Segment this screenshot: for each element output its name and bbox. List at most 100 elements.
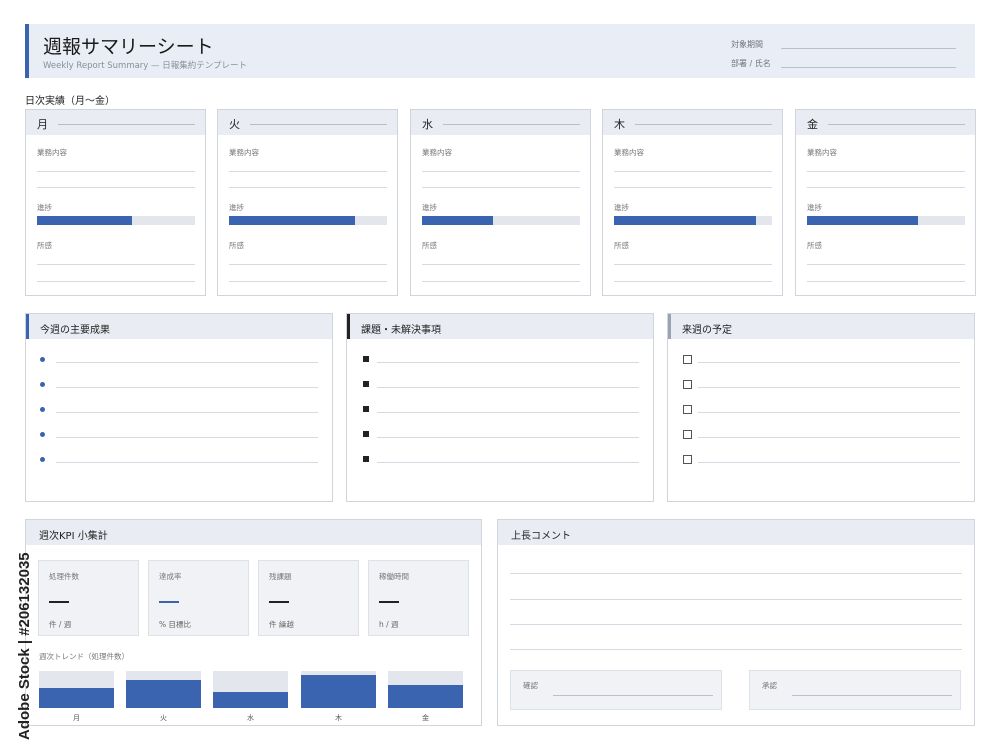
notes-line[interactable] [614,264,772,265]
checkbox-icon[interactable] [683,455,692,464]
progress-label: 進捗 [37,203,52,212]
kpi-box: 残課題件 繰越 [258,560,359,636]
day-name: 水 [422,118,433,131]
notes-line[interactable] [229,281,387,282]
day-card-header: 木 [603,110,782,135]
notes-line[interactable] [422,281,580,282]
confirm-label: 確認 [523,681,538,690]
notes-line[interactable] [37,264,195,265]
comment-line[interactable] [510,624,962,625]
work-label: 業務内容 [614,148,644,157]
work-line[interactable] [422,187,580,188]
list-line[interactable] [377,412,639,413]
comment-line[interactable] [510,573,962,574]
approve-box[interactable]: 承認 [749,670,961,710]
list-line[interactable] [698,437,960,438]
work-line[interactable] [229,171,387,172]
trend-bar-track [388,671,463,708]
kpi-label: 達成率 [159,572,182,581]
stock-watermark: Adobe Stock | #206132035 [16,552,33,740]
period-field[interactable] [781,48,956,49]
comment-line[interactable] [510,649,962,650]
notes-line[interactable] [614,281,772,282]
checkbox-icon[interactable] [683,380,692,389]
work-line[interactable] [37,171,195,172]
kpi-box: 処理件数件 / 週 [38,560,139,636]
trend-label: 週次トレンド（処理件数） [39,652,129,661]
progress-bar [807,216,965,225]
kpi-unit: h / 週 [379,620,399,629]
list-line[interactable] [377,362,639,363]
kpi-value-placeholder [159,601,179,603]
progress-fill [614,216,757,225]
list-line[interactable] [698,462,960,463]
work-line[interactable] [37,187,195,188]
list-line[interactable] [698,412,960,413]
notes-label: 所感 [422,241,437,250]
approve-label: 承認 [762,681,777,690]
notes-line[interactable] [807,264,965,265]
work-line[interactable] [807,171,965,172]
day-card: 金業務内容 進捗 所感 [795,109,976,296]
list-line[interactable] [698,362,960,363]
progress-fill [37,216,132,225]
notes-line[interactable] [422,264,580,265]
checkbox-icon[interactable] [683,405,692,414]
trend-bar-track [126,671,201,708]
department-name-label: 部署 / 氏名 [731,59,771,68]
day-card: 月業務内容 進捗 所感 [25,109,206,296]
work-label: 業務内容 [807,148,837,157]
page-title: 週報サマリーシート [43,36,214,58]
kpi-label: 残課題 [269,572,292,581]
comment-line[interactable] [510,599,962,600]
progress-bar [614,216,772,225]
achievements-panel-header: 今週の主要成果 [26,314,332,339]
list-line[interactable] [377,387,639,388]
day-header-rule [828,124,965,125]
next-week-panel: 来週の予定 [667,313,975,502]
bullet-dot-icon [40,382,45,387]
progress-label: 進捗 [229,203,244,212]
work-line[interactable] [614,187,772,188]
list-line[interactable] [56,362,318,363]
kpi-unit: 件 繰越 [269,620,294,629]
list-line[interactable] [56,437,318,438]
work-line[interactable] [807,187,965,188]
list-line[interactable] [698,387,960,388]
work-line[interactable] [614,171,772,172]
kpi-label: 稼働時間 [379,572,409,581]
progress-bar [229,216,387,225]
list-line[interactable] [56,462,318,463]
notes-line[interactable] [229,264,387,265]
notes-line[interactable] [807,281,965,282]
issues-accent [347,314,350,339]
department-name-field[interactable] [781,67,956,68]
bullet-dot-icon [40,357,45,362]
day-name: 金 [807,118,818,131]
work-line[interactable] [229,187,387,188]
kpi-value-placeholder [269,601,289,603]
achievements-title: 今週の主要成果 [40,325,110,336]
bullet-dot-icon [40,457,45,462]
notes-label: 所感 [807,241,822,250]
work-line[interactable] [422,171,580,172]
list-line[interactable] [56,412,318,413]
work-label: 業務内容 [422,148,452,157]
achievements-accent [26,314,29,339]
notes-line[interactable] [37,281,195,282]
list-line[interactable] [377,437,639,438]
checkbox-icon[interactable] [683,355,692,364]
list-line[interactable] [56,387,318,388]
kpi-unit: 件 / 週 [49,620,72,629]
notes-label: 所感 [37,241,52,250]
bullet-dot-icon [40,432,45,437]
work-label: 業務内容 [229,148,259,157]
trend-day-label: 木 [335,714,342,722]
day-card: 火業務内容 進捗 所感 [217,109,398,296]
work-label: 業務内容 [37,148,67,157]
confirm-box[interactable]: 確認 [510,670,722,710]
watermark-text: Adobe Stock | #206132035 [16,552,33,740]
list-line[interactable] [377,462,639,463]
checkbox-icon[interactable] [683,430,692,439]
achievements-panel: 今週の主要成果 [25,313,333,502]
